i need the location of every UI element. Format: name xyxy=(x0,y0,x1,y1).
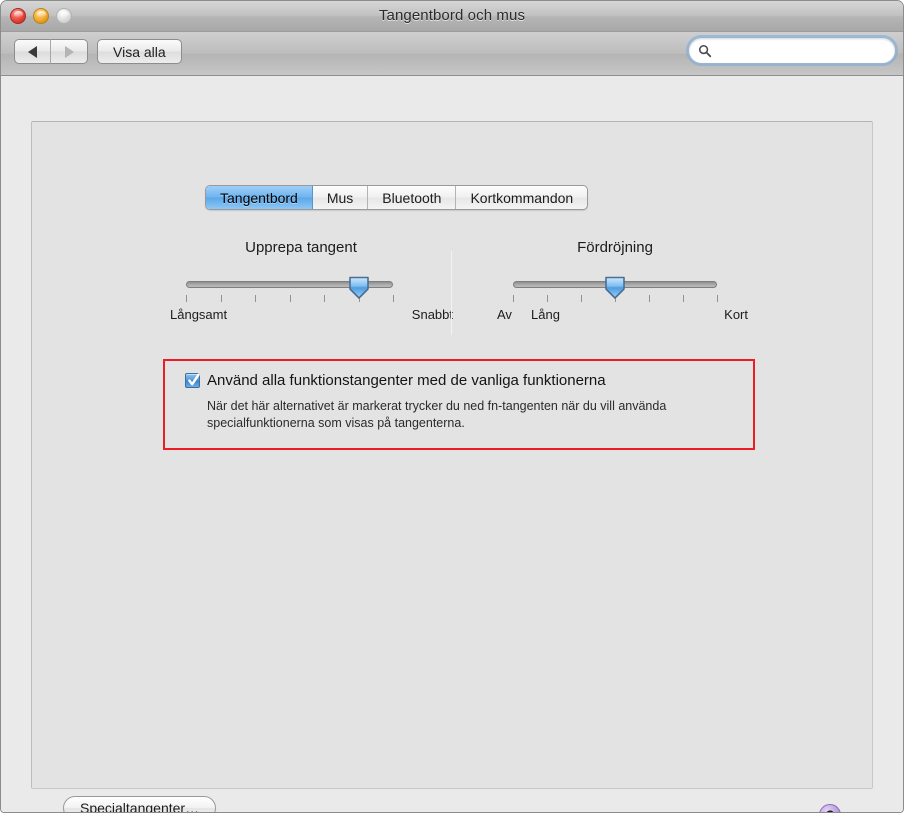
forward-button xyxy=(51,39,88,64)
slider-delay-track-wrap: Av Lång Kort xyxy=(484,273,748,329)
modifier-keys-button[interactable]: Specialtangenter… xyxy=(63,796,217,812)
slider-tick xyxy=(324,295,325,302)
fn-keys-description: När det här alternativet är markerat try… xyxy=(207,399,667,430)
tab-tangentbord[interactable]: Tangentbord xyxy=(206,186,313,209)
tab-mus[interactable]: Mus xyxy=(313,186,369,209)
slider-tick xyxy=(221,295,222,302)
slider-key-repeat-thumb[interactable] xyxy=(347,275,370,300)
navigation-buttons xyxy=(14,39,88,64)
tab-bar: Tangentbord Mus Bluetooth Kortkommandon xyxy=(205,185,589,210)
preferences-window: Tangentbord och mus Visa alla Tangentbor… xyxy=(0,0,904,813)
slider-key-repeat-label-fast: Snabbt xyxy=(411,307,453,322)
content-area: Tangentbord Mus Bluetooth Kortkommandon … xyxy=(1,76,903,812)
slider-key-repeat-title: Upprepa tangent xyxy=(245,239,357,256)
slider-delay-title: Fördröjning xyxy=(577,239,653,256)
slider-tick xyxy=(581,295,582,302)
help-button[interactable]: ? xyxy=(819,804,841,812)
slider-key-repeat-label-slow: Långsamt xyxy=(170,307,228,322)
slider-tick xyxy=(683,295,684,302)
slider-delay-label-long: Lång xyxy=(531,307,560,322)
checkmark-icon xyxy=(188,373,200,386)
slider-tick xyxy=(513,295,514,302)
back-button[interactable] xyxy=(14,39,51,64)
slider-key-repeat: Upprepa tangent Långsamt Snabbt xyxy=(151,239,453,329)
slider-delay-thumb[interactable] xyxy=(604,275,627,300)
slider-tick xyxy=(290,295,291,302)
forward-arrow-icon xyxy=(64,45,74,58)
tab-kortkommandon[interactable]: Kortkommandon xyxy=(456,186,587,209)
slider-divider xyxy=(451,251,452,335)
slider-delay-label-short: Kort xyxy=(724,307,748,322)
search-field[interactable] xyxy=(688,37,896,64)
slider-delay-label-off: Av xyxy=(497,307,512,322)
slider-tick xyxy=(186,295,187,302)
slider-tick xyxy=(547,295,548,302)
slider-key-repeat-track-wrap: Långsamt Snabbt xyxy=(151,273,453,329)
slider-tick xyxy=(717,295,718,302)
window-title: Tangentbord och mus xyxy=(378,7,526,24)
toolbar: Visa alla xyxy=(1,32,903,76)
search-icon xyxy=(698,44,712,57)
slider-tick xyxy=(393,295,394,302)
show-all-button[interactable]: Visa alla xyxy=(97,39,182,64)
preference-pane xyxy=(31,121,873,789)
titlebar: Tangentbord och mus xyxy=(1,1,903,32)
tab-bluetooth[interactable]: Bluetooth xyxy=(368,186,457,209)
slider-delay: Fördröjning Av Lång Kort xyxy=(484,239,748,329)
fn-keys-checkbox-row[interactable]: Använd alla funktionstangenter med de va… xyxy=(185,371,606,390)
back-arrow-icon xyxy=(28,45,37,58)
search-input[interactable] xyxy=(716,42,886,59)
slider-tick xyxy=(649,295,650,302)
slider-tick xyxy=(255,295,256,302)
fn-keys-checkbox[interactable] xyxy=(185,373,200,388)
fn-keys-checkbox-label: Använd alla funktionstangenter med de va… xyxy=(207,372,606,389)
